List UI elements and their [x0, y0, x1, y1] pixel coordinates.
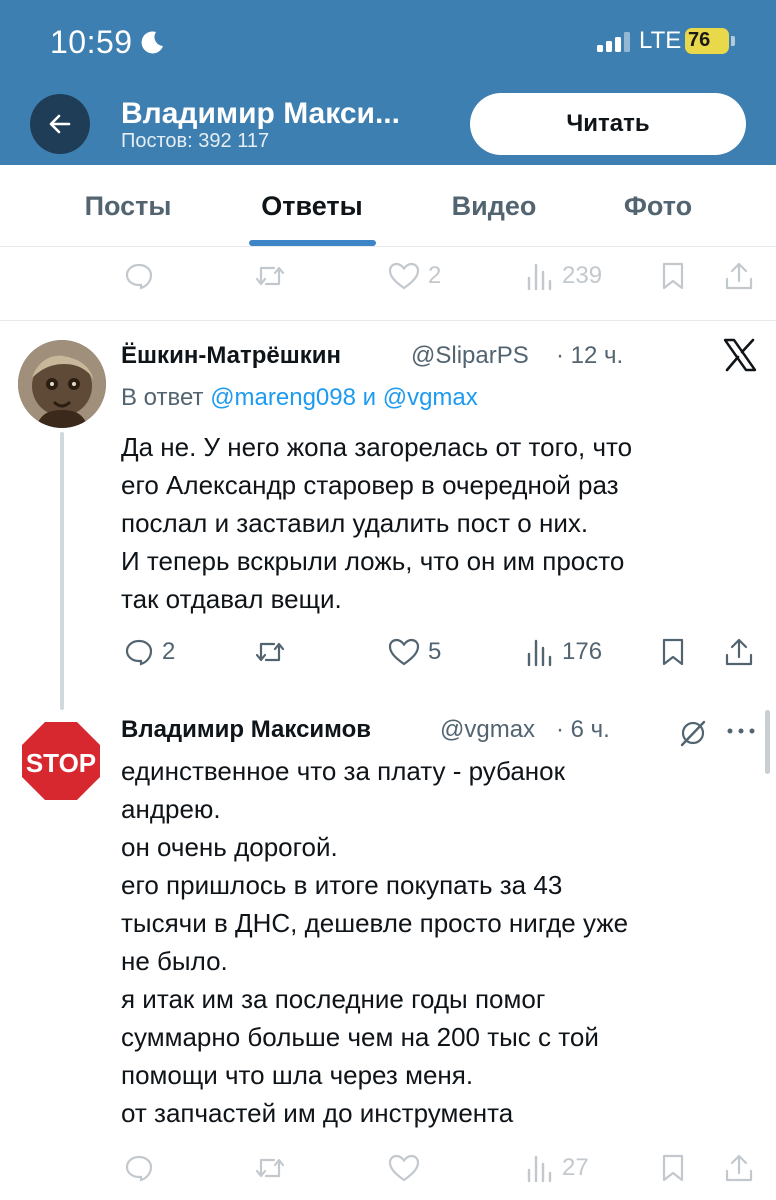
- profile-header: 10:59 LTE 76 Владимир Макси... Постов: 3…: [0, 0, 776, 165]
- tab-photo[interactable]: Фото: [588, 165, 728, 247]
- battery-icon: 76: [685, 28, 735, 54]
- tab-replies[interactable]: Ответы: [236, 165, 388, 247]
- ellipsis-icon[interactable]: [726, 726, 756, 736]
- tweet-actions: 27: [0, 1148, 776, 1188]
- tweet-text: Да не. У него жопа загорелась от того, ч…: [121, 432, 633, 614]
- retweet-button[interactable]: [254, 256, 286, 296]
- bookmark-button[interactable]: [660, 1148, 686, 1188]
- tab-posts[interactable]: Посты: [58, 165, 198, 247]
- bar-chart-icon: [527, 1155, 552, 1183]
- moon-icon: [141, 31, 163, 54]
- status-time: 10:59: [50, 24, 133, 60]
- share-icon: [725, 638, 753, 666]
- like-count: 5: [428, 638, 442, 665]
- author-handle[interactable]: @SliparPS: [411, 342, 529, 370]
- profile-tabs: Посты Ответы Видео Фото: [0, 165, 776, 247]
- author-name[interactable]: Ёшкин-Матрёшкин: [121, 342, 341, 370]
- reply-button[interactable]: 2: [124, 632, 175, 672]
- tweet-time[interactable]: · 6 ч.: [556, 716, 610, 744]
- reply-button[interactable]: [124, 1148, 154, 1188]
- speech-bubble-icon: [125, 639, 153, 666]
- heart-icon: [388, 638, 420, 666]
- tab-video[interactable]: Видео: [424, 165, 564, 247]
- bookmark-icon: [662, 1154, 684, 1182]
- retweet-icon: [255, 1158, 285, 1178]
- like-button[interactable]: [388, 1148, 420, 1188]
- retweet-button[interactable]: [254, 1148, 286, 1188]
- bookmark-button[interactable]: [660, 632, 686, 672]
- share-icon: [725, 262, 753, 290]
- grok-icon[interactable]: [678, 718, 708, 748]
- active-tab-indicator: [249, 240, 376, 246]
- retweet-icon: [255, 266, 285, 286]
- heart-icon: [388, 1154, 420, 1182]
- like-button[interactable]: 2: [388, 256, 441, 296]
- arrow-left-icon: [49, 114, 71, 134]
- avatar-stop-text: STOP: [26, 748, 96, 778]
- share-button[interactable]: [724, 632, 754, 672]
- views-count: 27: [562, 1154, 589, 1181]
- like-count: 2: [428, 262, 442, 289]
- heart-icon: [388, 262, 420, 290]
- views-count: 239: [562, 262, 603, 289]
- share-button[interactable]: [724, 1148, 754, 1188]
- mention-link[interactable]: @vgmax: [383, 384, 478, 411]
- avatar[interactable]: [18, 340, 106, 428]
- mention-link[interactable]: @mareng098: [210, 384, 356, 411]
- like-button[interactable]: 5: [388, 632, 441, 672]
- speech-bubble-icon: [125, 263, 153, 290]
- author-handle[interactable]: @vgmax: [440, 716, 535, 744]
- signal-icon: [597, 32, 630, 52]
- tweet-text: единственное что за плату - рубанок андр…: [121, 756, 629, 1128]
- views-button[interactable]: 176: [526, 632, 602, 672]
- reply-prefix: В ответ: [121, 384, 204, 411]
- speech-bubble-icon: [125, 1155, 153, 1182]
- bookmark-button[interactable]: [660, 256, 686, 296]
- retweet-icon: [255, 642, 285, 662]
- back-button[interactable]: [30, 94, 90, 154]
- mention-and: и: [362, 384, 377, 411]
- views-count: 176: [562, 638, 603, 665]
- retweet-button[interactable]: [254, 632, 286, 672]
- reply-count: 2: [162, 638, 176, 665]
- tweet-actions: 2 5 176: [0, 632, 776, 672]
- follow-button[interactable]: Читать: [470, 93, 746, 155]
- avatar[interactable]: STOP: [16, 716, 106, 806]
- battery-level: 76: [688, 29, 711, 51]
- reply-context: В ответ @mareng098 и @vgmax: [121, 384, 478, 412]
- bar-chart-icon: [527, 263, 552, 291]
- bookmark-icon: [662, 638, 684, 666]
- posts-count: Постов: 392 117: [121, 130, 270, 152]
- views-button[interactable]: 239: [526, 256, 602, 296]
- bar-chart-icon: [527, 639, 552, 667]
- network-label: LTE: [639, 27, 682, 54]
- bookmark-icon: [662, 262, 684, 290]
- author-name[interactable]: Владимир Максимов: [121, 716, 371, 744]
- tweet-time[interactable]: · 12 ч.: [556, 342, 623, 370]
- stop-sign-icon: STOP: [18, 718, 104, 804]
- scrollbar[interactable]: [765, 710, 770, 774]
- x-logo-icon: [723, 338, 757, 372]
- avatar-image: [18, 340, 106, 428]
- views-button[interactable]: 27: [526, 1148, 589, 1188]
- profile-name: Владимир Макси...: [121, 97, 400, 130]
- reply-button[interactable]: [124, 256, 154, 296]
- share-icon: [725, 1154, 753, 1182]
- prev-tweet-actions: 2 239: [0, 256, 776, 296]
- tweet-divider: [0, 320, 776, 321]
- share-button[interactable]: [724, 256, 754, 296]
